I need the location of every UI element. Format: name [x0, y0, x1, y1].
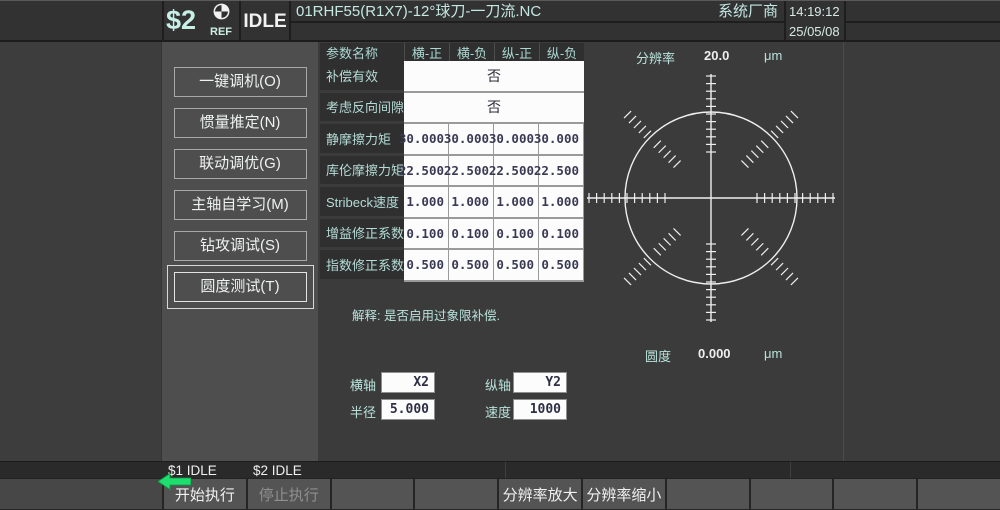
- resolution-label: 分辨率: [636, 48, 675, 67]
- param-row-label: 考虑反向间隙: [320, 93, 404, 125]
- softkey-button-2[interactable]: 停止执行: [248, 479, 330, 509]
- channel-indicator: $2: [166, 5, 196, 36]
- channel-status-bar: $1 IDLE $2 IDLE: [0, 461, 1000, 478]
- sidebar: 一键调机(O) 惯量推定(N) 联动调优(G) 主轴自学习(M) 钻攻调试(S) 圆度测试…: [162, 42, 318, 461]
- table-header: 纵-正: [494, 43, 539, 61]
- param-row-label: 补偿有效: [320, 61, 404, 93]
- param-value-cell[interactable]: 22.500: [449, 156, 494, 188]
- program-name: 01RHF55(R1X7)-12°球刀-一刀流.NC: [296, 1, 541, 22]
- vendor-label: 系统厂商: [718, 1, 778, 22]
- h-axis-label: 横轴: [350, 375, 376, 394]
- param-value-cell[interactable]: 0.100: [449, 219, 494, 251]
- machine-tuning-screen: $2 REF IDLE 01RHF55(R1X7)-12°球刀-一刀流.NC 系…: [0, 0, 1000, 510]
- param-row-label: Stribeck速度: [320, 187, 404, 219]
- param-value-cell[interactable]: 22.500: [494, 156, 539, 188]
- sidebar-button-1[interactable]: 一键调机(O): [174, 67, 307, 97]
- param-value-cell[interactable]: 0.100: [404, 219, 449, 251]
- panel-divider: [843, 42, 844, 461]
- param-value-cell[interactable]: 30.000: [494, 124, 539, 156]
- resolution-unit: μm: [764, 48, 782, 63]
- param-value-cell[interactable]: 30.000: [404, 124, 449, 156]
- clock-time: 14:19:12: [789, 2, 840, 22]
- ref-target-icon: [213, 3, 230, 20]
- top-bar: $2 REF IDLE 01RHF55(R1X7)-12°球刀-一刀流.NC 系…: [0, 0, 1000, 42]
- param-row-label: 库伦摩擦力矩: [320, 156, 404, 188]
- param-value-cell[interactable]: 30.000: [539, 124, 584, 156]
- param-value-cell[interactable]: 30.000: [449, 124, 494, 156]
- param-value-cell[interactable]: 22.500: [404, 156, 449, 188]
- param-value-cell[interactable]: 1.000: [494, 187, 539, 219]
- param-value-cell[interactable]: 1.000: [449, 187, 494, 219]
- topbar-row-divider: [846, 21, 1000, 23]
- channel2-status: $2 IDLE: [253, 462, 302, 479]
- left-empty-panel: [0, 42, 162, 461]
- param-value-cell[interactable]: 0.500: [494, 250, 539, 282]
- radius-input[interactable]: 5.000: [381, 399, 435, 420]
- exec-cursor-left-arrow-icon: [158, 473, 191, 490]
- softkey-empty-10: [918, 479, 1000, 509]
- softkeys: 开始执行停止执行分辨率放大分辨率缩小: [162, 479, 1000, 509]
- sidebar-button-5[interactable]: 钻攻调试(S): [174, 231, 307, 261]
- main-panel: 参数名称横-正横-负纵-正纵-负补偿有效否考虑反向间隙否静摩擦力矩30.0003…: [318, 42, 1000, 461]
- status-divider: [505, 462, 506, 479]
- v-axis-label: 纵轴: [485, 375, 511, 394]
- param-row-label: 静摩擦力矩: [320, 124, 404, 156]
- roundness-value: 0.000: [698, 346, 731, 361]
- softkey-empty-9: [834, 479, 916, 509]
- radius-label: 半径: [350, 402, 376, 421]
- ref-label: REF: [204, 26, 238, 38]
- table-header: 横-负: [449, 43, 494, 61]
- roundness-unit: μm: [764, 346, 782, 361]
- status-divider: [790, 462, 791, 479]
- table-header: 纵-负: [539, 43, 584, 61]
- param-merged-value[interactable]: 否: [404, 93, 584, 125]
- param-row-label: 指数修正系数: [320, 250, 404, 282]
- softkey-empty-4: [415, 479, 497, 509]
- param-value-cell[interactable]: 0.500: [449, 250, 494, 282]
- parameter-table: 参数名称横-正横-负纵-正纵-负补偿有效否考虑反向间隙否静摩擦力矩30.0003…: [320, 43, 584, 282]
- sidebar-button-6[interactable]: 圆度测试(T): [174, 272, 307, 302]
- softkey-button-5[interactable]: 分辨率放大: [499, 479, 581, 509]
- param-value-cell[interactable]: 0.500: [404, 250, 449, 282]
- param-value-cell[interactable]: 0.500: [539, 250, 584, 282]
- param-merged-value[interactable]: 否: [404, 61, 584, 93]
- param-value-cell[interactable]: 1.000: [404, 187, 449, 219]
- v-axis-input[interactable]: Y2: [513, 372, 567, 393]
- machine-mode-status: IDLE: [241, 1, 289, 43]
- sidebar-button-3[interactable]: 联动调优(G): [174, 149, 307, 179]
- h-axis-input[interactable]: X2: [381, 372, 435, 393]
- softkey-empty-8: [751, 479, 833, 509]
- softkey-row: 开始执行停止执行分辨率放大分辨率缩小: [0, 478, 1000, 510]
- param-value-cell[interactable]: 22.500: [539, 156, 584, 188]
- topbar-divider: [162, 1, 164, 43]
- sidebar-button-4[interactable]: 主轴自学习(M): [174, 190, 307, 220]
- param-value-cell[interactable]: 0.100: [494, 219, 539, 251]
- param-value-cell[interactable]: 1.000: [539, 187, 584, 219]
- table-header: 参数名称: [320, 43, 404, 61]
- table-header: 横-正: [404, 43, 449, 61]
- topbar-row-divider: [291, 21, 784, 23]
- roundness-label: 圆度: [645, 346, 671, 365]
- softkey-empty-3: [332, 479, 414, 509]
- param-row-label: 增益修正系数: [320, 219, 404, 251]
- ref-indicator: REF: [204, 3, 238, 38]
- clock-date: 25/05/08: [789, 22, 840, 42]
- topbar-divider: [784, 1, 786, 43]
- speed-input[interactable]: 1000: [513, 399, 567, 420]
- softkey-empty-7: [667, 479, 749, 509]
- speed-label: 速度: [485, 402, 511, 421]
- resolution-value: 20.0: [704, 48, 729, 63]
- param-value-cell[interactable]: 0.100: [539, 219, 584, 251]
- sidebar-button-2[interactable]: 惯量推定(N): [174, 108, 307, 138]
- roundness-plot: [582, 69, 840, 327]
- explanation-text: 解释: 是否启用过象限补偿.: [352, 305, 500, 324]
- softkey-button-6[interactable]: 分辨率缩小: [583, 479, 665, 509]
